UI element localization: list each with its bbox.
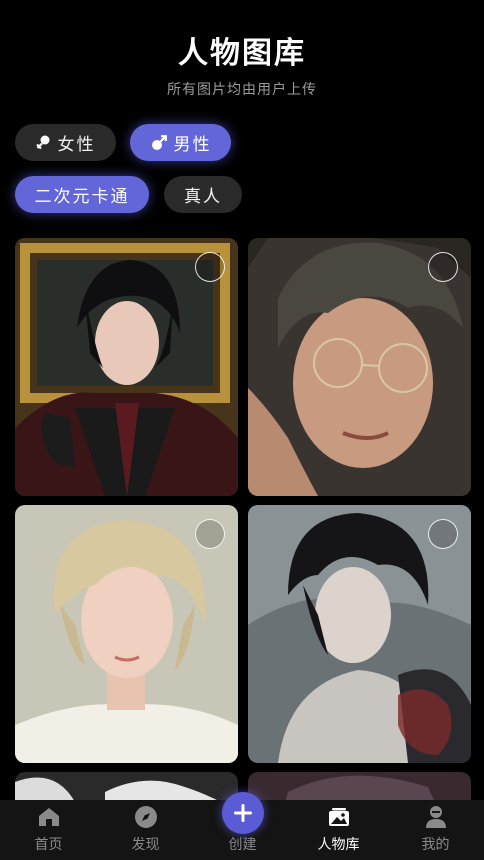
gallery-icon	[326, 804, 352, 830]
tab-gallery-label: 人物库	[317, 837, 360, 853]
filter-real-label: 真人	[184, 187, 222, 207]
filter-male-chip[interactable]: 男性	[130, 124, 231, 161]
tab-home[interactable]: 首页	[0, 800, 97, 860]
tab-discover[interactable]: 发现	[97, 800, 194, 860]
select-radio[interactable]	[428, 252, 458, 282]
female-icon	[35, 134, 52, 152]
compass-icon	[134, 804, 158, 830]
tab-discover-label: 发现	[131, 837, 160, 853]
page-subtitle: 所有图片均由用户上传	[167, 82, 317, 98]
select-radio[interactable]	[195, 252, 225, 282]
home-icon	[37, 804, 61, 830]
user-icon	[425, 804, 447, 830]
filter-female-label: 女性	[57, 135, 96, 155]
filter-anime-label: 二次元卡通	[34, 187, 130, 207]
select-radio[interactable]	[195, 519, 225, 549]
filter-female-chip[interactable]: 女性	[15, 124, 116, 161]
tab-gallery[interactable]: 人物库	[290, 800, 387, 860]
male-icon	[150, 134, 168, 152]
plus-icon	[234, 804, 252, 822]
tab-home-label: 首页	[34, 837, 63, 853]
gallery-card[interactable]	[248, 505, 471, 763]
filter-real-chip[interactable]: 真人	[164, 176, 242, 213]
page-title: 人物图库	[178, 36, 306, 71]
tab-create-label: 创建	[228, 837, 257, 853]
tab-me[interactable]: 我的	[387, 800, 484, 860]
select-radio[interactable]	[428, 519, 458, 549]
gallery-card[interactable]	[15, 505, 238, 763]
gallery-card[interactable]	[248, 238, 471, 496]
filter-anime-chip[interactable]: 二次元卡通	[15, 176, 149, 213]
filter-male-label: 男性	[173, 135, 212, 155]
create-button[interactable]	[222, 792, 264, 834]
tab-me-label: 我的	[421, 837, 450, 853]
gallery-card[interactable]	[15, 238, 238, 496]
